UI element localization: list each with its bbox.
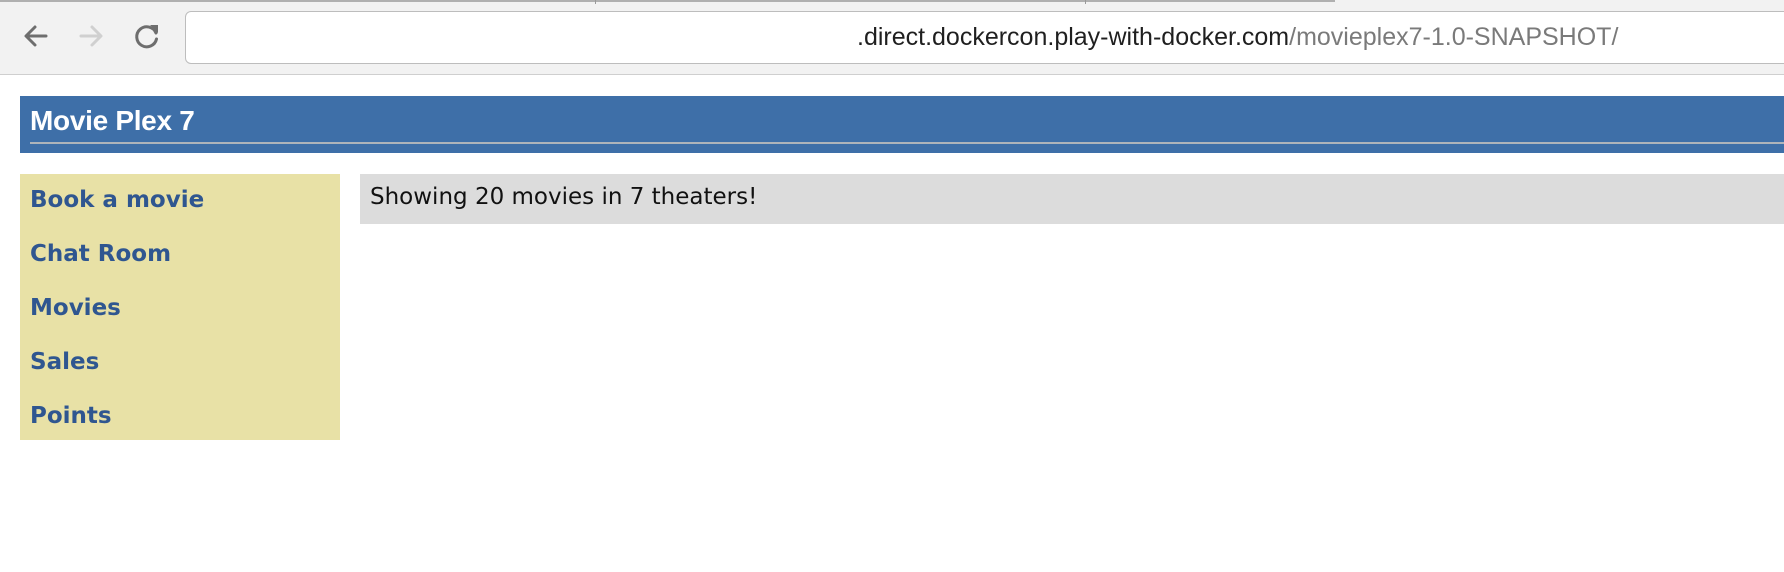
- banner-text: Showing 20 movies in 7 theaters!: [370, 184, 758, 210]
- url-path: /movieplex7-1.0-SNAPSHOT/: [1289, 23, 1619, 51]
- sidebar-item-sales[interactable]: Sales: [30, 349, 99, 375]
- content-banner: Showing 20 movies in 7 theaters!: [360, 174, 1784, 224]
- url-host: .direct.dockercon.play-with-docker.com: [857, 23, 1290, 51]
- sidebar: Book a movie Chat Room Movies Sales Poin…: [20, 174, 340, 440]
- tab-divider: [1085, 0, 1086, 4]
- forward-button[interactable]: [71, 16, 111, 56]
- sidebar-item-book-a-movie[interactable]: Book a movie: [30, 187, 204, 213]
- arrow-right-icon: [79, 25, 103, 47]
- address-bar[interactable]: .direct.dockercon.play-with-docker.com/m…: [185, 11, 1784, 64]
- tab-strip-edge: [0, 0, 1335, 2]
- reload-icon: [135, 25, 158, 49]
- page-title: Movie Plex 7: [30, 105, 195, 136]
- sidebar-item-movies[interactable]: Movies: [30, 295, 121, 321]
- reload-button[interactable]: [127, 16, 167, 56]
- browser-toolbar: .direct.dockercon.play-with-docker.com/m…: [0, 0, 1784, 75]
- site-header: Movie Plex 7: [20, 96, 1784, 153]
- url-text: .direct.dockercon.play-with-docker.com/m…: [857, 12, 1618, 63]
- tab-divider: [595, 0, 596, 4]
- back-button[interactable]: [16, 16, 56, 56]
- arrow-left-icon: [24, 25, 48, 47]
- header-divider: [30, 142, 1784, 144]
- sidebar-item-points[interactable]: Points: [30, 403, 112, 429]
- sidebar-item-chat-room[interactable]: Chat Room: [30, 241, 171, 267]
